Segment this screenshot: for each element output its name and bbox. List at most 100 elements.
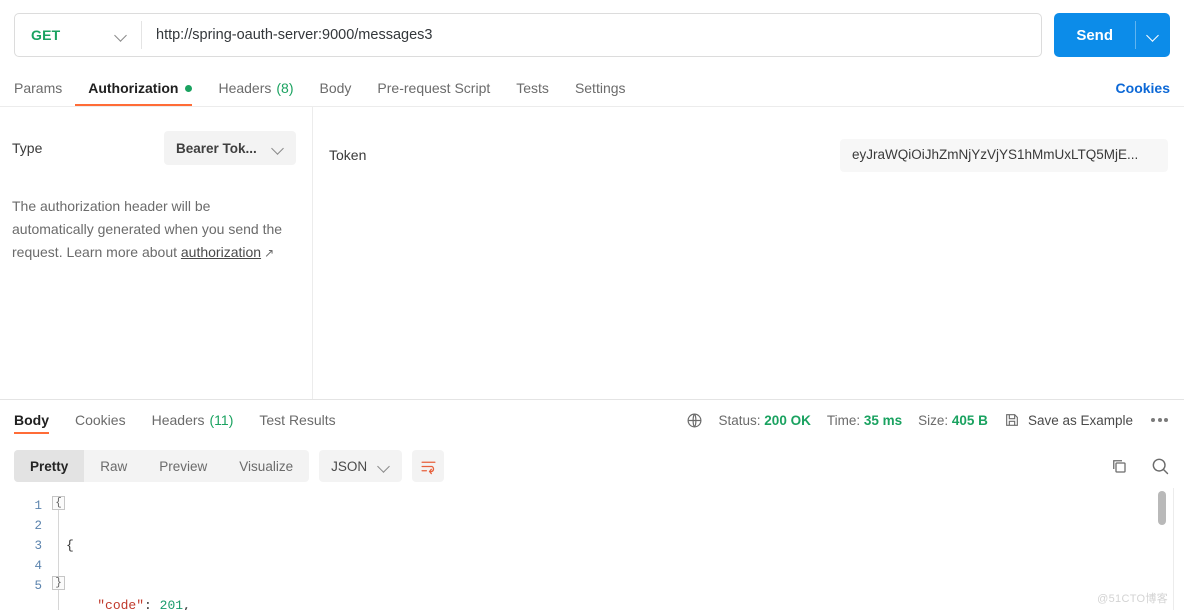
tab-label: Authorization	[88, 80, 179, 96]
chevron-down-icon	[116, 30, 127, 41]
size-text: Size:	[918, 412, 949, 428]
url-input-group: GET	[14, 13, 1043, 57]
status-value: 200 OK	[764, 412, 811, 428]
tab-authorization[interactable]: Authorization	[75, 70, 205, 106]
code-token-key: "code"	[97, 598, 145, 610]
tab-label: Pre-request Script	[377, 80, 491, 96]
token-input[interactable]: eyJraWQiOiJhZmNjYzVjYS1hMmUxLTQ5MjE...	[840, 139, 1168, 172]
response-format-value: JSON	[331, 458, 368, 474]
line-number: 1	[34, 499, 42, 513]
tab-label: Headers	[218, 80, 272, 96]
token-label: Token	[329, 147, 367, 163]
size-value: 405 B	[951, 412, 988, 428]
authorization-token-panel: Token eyJraWQiOiJhZmNjYzVjYS1hMmUxLTQ5Mj…	[313, 107, 1184, 399]
authorization-status-dot-icon	[185, 84, 193, 92]
authorization-help-text: The authorization header will be automat…	[12, 195, 292, 265]
chevron-down-icon	[1148, 30, 1159, 41]
send-button[interactable]: Send	[1054, 13, 1135, 57]
tab-tests[interactable]: Tests	[503, 70, 562, 106]
line-number: 4	[34, 559, 42, 573]
tab-label: Body	[14, 412, 49, 428]
authorization-type-row: Type Bearer Tok...	[12, 131, 296, 165]
tab-count: (11)	[209, 412, 234, 428]
url-bar: GET Send	[0, 0, 1184, 70]
tab-label: Headers	[151, 412, 205, 428]
tab-headers[interactable]: Headers (8)	[205, 70, 306, 106]
globe-icon[interactable]	[686, 412, 703, 429]
view-mode-raw[interactable]: Raw	[84, 450, 143, 482]
tab-label: Tests	[516, 80, 549, 96]
tab-body[interactable]: Body	[307, 70, 365, 106]
status-text: Status:	[718, 412, 761, 428]
authorization-type-value: Bearer Tok...	[176, 140, 257, 156]
code-content: { "code": 201, "message": "失败", "data": …	[66, 488, 279, 610]
time-text: Time:	[826, 412, 861, 428]
save-as-example-button[interactable]: Save as Example	[1004, 412, 1133, 428]
code-line: "code": 201,	[66, 596, 279, 610]
save-icon	[1004, 412, 1020, 428]
authorization-type-label: Type	[12, 140, 43, 156]
view-mode-pretty[interactable]: Pretty	[14, 450, 85, 482]
token-row: Token eyJraWQiOiJhZmNjYzVjYS1hMmUxLTQ5Mj…	[329, 139, 1168, 172]
watermark: @51CTO博客	[1097, 593, 1168, 605]
response-tab-body[interactable]: Body	[14, 400, 62, 440]
tab-params[interactable]: Params	[14, 70, 75, 106]
send-button-group: Send	[1054, 13, 1170, 57]
tab-label: Body	[319, 80, 352, 96]
code-fold-column: { }	[52, 488, 66, 610]
tab-label: Params	[14, 80, 63, 96]
tab-label: Settings	[574, 80, 626, 96]
status-label: Status: 200 OK	[719, 413, 811, 428]
wrap-lines-button[interactable]	[412, 450, 445, 482]
code-line: {	[66, 536, 279, 556]
response-view-toolbar: Pretty Raw Preview Visualize JSON	[0, 444, 1184, 488]
response-tab-test-results[interactable]: Test Results	[246, 400, 348, 440]
copy-icon[interactable]	[1110, 457, 1128, 475]
code-scroll-divider	[1173, 488, 1174, 610]
save-as-example-label: Save as Example	[1027, 412, 1133, 428]
response-meta-bar: Status: 200 OK Time: 35 ms Size: 405 B S…	[686, 400, 1171, 440]
http-method-label: GET	[31, 27, 61, 43]
view-mode-visualize[interactable]: Visualize	[223, 450, 309, 482]
vertical-scrollbar-thumb[interactable]	[1158, 491, 1166, 525]
authorization-learn-more-link[interactable]: authorization	[181, 244, 261, 260]
fold-guide-line	[58, 506, 59, 610]
tab-settings[interactable]: Settings	[562, 70, 639, 106]
line-number: 3	[34, 539, 42, 553]
code-token: {	[66, 538, 74, 553]
line-number-gutter: 1 2 3 4 5	[0, 488, 52, 610]
tab-pre-request-script[interactable]: Pre-request Script	[364, 70, 503, 106]
chevron-down-icon	[273, 143, 284, 154]
authorization-type-dropdown[interactable]: Bearer Tok...	[164, 131, 296, 165]
tab-count: (8)	[276, 80, 294, 96]
search-icon[interactable]	[1150, 456, 1170, 476]
more-options-icon[interactable]	[1149, 414, 1170, 426]
response-body-viewer[interactable]: 1 2 3 4 5 { } { "code": 201, "message": …	[0, 488, 1184, 610]
chevron-down-icon	[379, 461, 390, 472]
time-value: 35 ms	[863, 412, 903, 428]
http-method-dropdown[interactable]: GET	[15, 14, 141, 56]
line-number: 2	[34, 519, 42, 533]
authorization-pane: Type Bearer Tok... The authorization hea…	[0, 107, 1184, 399]
response-tab-headers[interactable]: Headers (11)	[139, 400, 247, 440]
cookies-link[interactable]: Cookies	[1116, 70, 1170, 106]
time-label: Time: 35 ms	[827, 413, 902, 428]
code-token-number: 201	[159, 598, 184, 610]
line-number: 5	[34, 579, 42, 593]
fold-toggle-close[interactable]: }	[52, 576, 65, 590]
request-tabs: Params Authorization Headers (8) Body Pr…	[0, 70, 1184, 106]
fold-toggle-open[interactable]: {	[52, 496, 65, 510]
url-input[interactable]	[142, 14, 1042, 56]
tab-label: Test Results	[259, 412, 336, 428]
authorization-type-panel: Type Bearer Tok... The authorization hea…	[0, 107, 312, 399]
code-token-comma: ,	[183, 598, 191, 610]
tab-label: Cookies	[75, 412, 126, 428]
response-tab-cookies[interactable]: Cookies	[62, 400, 139, 440]
response-toolbar-actions	[1110, 444, 1170, 488]
response-format-dropdown[interactable]: JSON	[319, 450, 403, 482]
view-mode-preview[interactable]: Preview	[143, 450, 223, 482]
response-view-mode-group: Pretty Raw Preview Visualize	[14, 450, 310, 482]
send-options-button[interactable]	[1136, 13, 1170, 57]
external-link-icon: ↗	[264, 246, 275, 260]
